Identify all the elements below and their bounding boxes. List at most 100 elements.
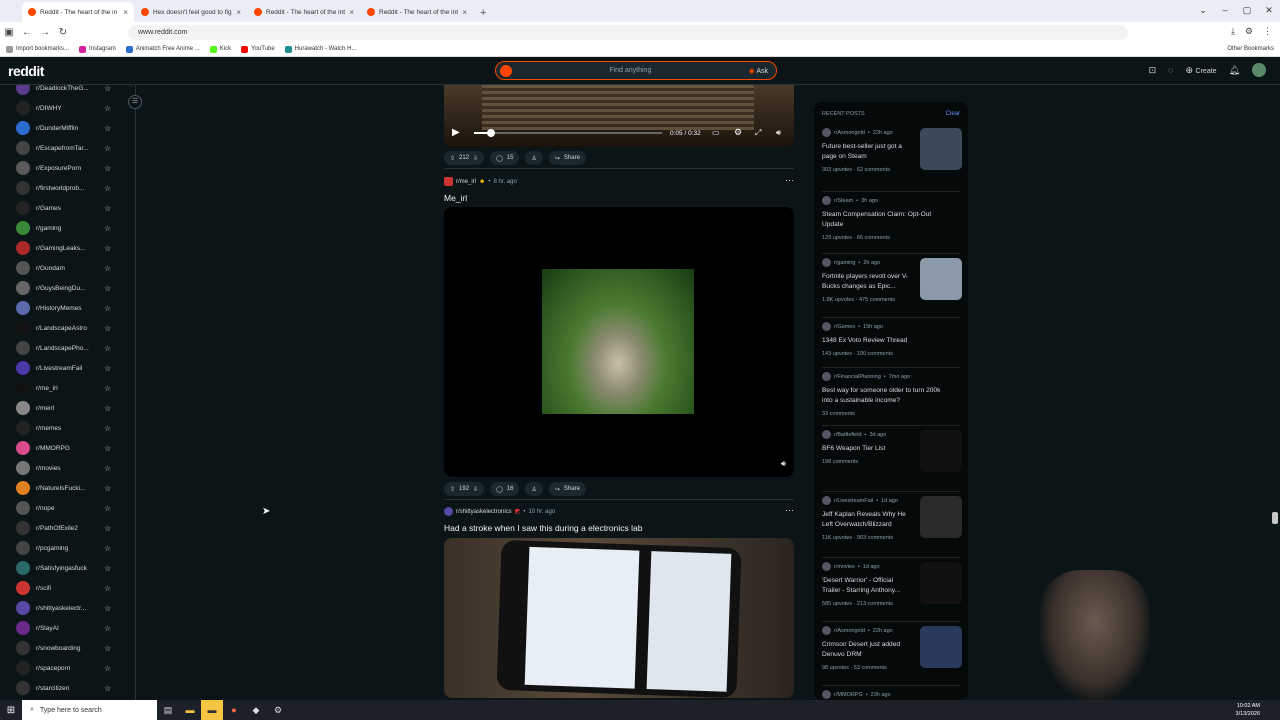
favorite-star-icon[interactable]: ☆ xyxy=(104,444,111,453)
sticky-notes-icon[interactable]: ▬ xyxy=(201,700,223,720)
sidebar-item[interactable]: r/me_irl ☆ xyxy=(0,378,135,398)
favorite-star-icon[interactable]: ☆ xyxy=(104,104,111,113)
taskbar-search[interactable]: ⌕ Type here to search xyxy=(22,700,157,720)
sidebar-item[interactable]: r/snowboarding ☆ xyxy=(0,638,135,658)
favorite-star-icon[interactable]: ☆ xyxy=(104,404,111,413)
steam-icon[interactable]: ◆ xyxy=(245,700,267,720)
notifications-icon[interactable]: 🔔︎ xyxy=(1229,65,1240,76)
sidebar-item[interactable]: r/GuysBeingDu... ☆ xyxy=(0,278,135,298)
sidebar-item[interactable]: r/DIWHY ☆ xyxy=(0,98,135,118)
tab-list-icon[interactable]: ⌄ xyxy=(1192,0,1214,20)
sidebar-item[interactable]: r/Gundam ☆ xyxy=(0,258,135,278)
video-player[interactable]: ▶ 0:05 / 0:32 ▭ ⚙ ⤢ 🔊︎ xyxy=(444,85,794,147)
reddit-logo[interactable]: reddit xyxy=(8,63,44,79)
sidebar-item[interactable]: r/meirl ☆ xyxy=(0,398,135,418)
favorite-star-icon[interactable]: ☆ xyxy=(104,244,111,253)
recent-post[interactable]: r/movies • 1d ago 'Desert Warrior' - Offici… xyxy=(822,562,962,607)
bookmark-item[interactable]: Instagram xyxy=(79,45,116,53)
favorite-star-icon[interactable]: ☆ xyxy=(104,504,111,513)
sidebar-item[interactable]: r/pcgaming ☆ xyxy=(0,538,135,558)
browser-icon[interactable]: ● xyxy=(223,700,245,720)
award-button[interactable]: ♙ xyxy=(525,482,543,496)
file-explorer-icon[interactable]: ▬ xyxy=(179,700,201,720)
minimize-button[interactable]: – xyxy=(1214,0,1236,20)
sidebar-item[interactable]: r/LandscapeAstro ☆ xyxy=(0,318,135,338)
favorite-star-icon[interactable]: ☆ xyxy=(104,584,111,593)
reload-icon[interactable]: ↻ xyxy=(54,27,72,38)
sidebar-item[interactable]: r/nope ☆ xyxy=(0,498,135,518)
sidebar-item[interactable]: r/DunderMifflin ☆ xyxy=(0,118,135,138)
favorite-star-icon[interactable]: ☆ xyxy=(104,564,111,573)
upvote-icon[interactable]: ⇧ xyxy=(450,486,455,493)
ask-button[interactable]: ◉ Ask xyxy=(749,67,768,75)
sidebar-item[interactable]: r/DeadlockTheG... ☆ xyxy=(0,85,135,98)
close-tab-icon[interactable]: × xyxy=(349,8,354,17)
video-player[interactable]: 🔊︎ xyxy=(444,207,794,477)
sidebar-item[interactable]: r/starcitizen ☆ xyxy=(0,678,135,698)
more-options-icon[interactable]: ⋯ xyxy=(785,505,794,516)
play-icon[interactable]: ▶ xyxy=(452,127,460,138)
recent-post[interactable]: r/Asmongold • 22h ago Crimson Desert just a… xyxy=(822,626,962,671)
favorite-star-icon[interactable]: ☆ xyxy=(104,85,111,93)
favorite-star-icon[interactable]: ☆ xyxy=(104,284,111,293)
download-icon[interactable]: ⤓ xyxy=(1231,26,1235,37)
system-clock[interactable]: 10:02 AM 3/13/2026 xyxy=(1236,702,1260,718)
forward-icon[interactable]: → xyxy=(36,27,54,38)
favorite-star-icon[interactable]: ☆ xyxy=(104,644,111,653)
favorite-star-icon[interactable]: ☆ xyxy=(104,544,111,553)
menu-icon[interactable]: ⋮ xyxy=(1263,26,1272,37)
comments-button[interactable]: ◯ 16 xyxy=(490,482,520,496)
sidebar-item[interactable]: r/MMORPG ☆ xyxy=(0,438,135,458)
sidebar-item[interactable]: r/movies ☆ xyxy=(0,458,135,478)
page-scrollbar[interactable] xyxy=(1272,512,1278,524)
favorite-star-icon[interactable]: ☆ xyxy=(104,424,111,433)
sidebar-item[interactable]: r/memes ☆ xyxy=(0,418,135,438)
recent-post[interactable]: r/Battlefield • 3d ago BF6 Weapon Tier List… xyxy=(822,430,962,472)
windows-start-icon[interactable]: ⊞ xyxy=(0,705,22,716)
volume-icon[interactable]: 🔊︎ xyxy=(776,128,781,138)
fullscreen-icon[interactable]: ⤢ xyxy=(755,128,761,138)
recent-post[interactable]: r/FinancialPlanning • 7mo ago Best way for … xyxy=(822,372,962,417)
post-image[interactable] xyxy=(444,538,794,698)
post-title[interactable]: Me_irl xyxy=(444,193,467,203)
favorite-star-icon[interactable]: ☆ xyxy=(104,624,111,633)
sidebar-toggle-icon[interactable]: ▣ xyxy=(0,27,18,38)
comments-button[interactable]: ◯ 15 xyxy=(490,151,520,165)
favorite-star-icon[interactable]: ☆ xyxy=(104,384,111,393)
settings-icon[interactable]: ⚙ xyxy=(267,700,289,720)
favorite-star-icon[interactable]: ☆ xyxy=(104,524,111,533)
sidebar-item[interactable]: r/EscapefromTar... ☆ xyxy=(0,138,135,158)
task-view-icon[interactable]: ▤ xyxy=(157,700,179,720)
browser-tab[interactable]: Hex doesn't feel good to fight × xyxy=(135,2,247,22)
sidebar-item[interactable]: r/Games ☆ xyxy=(0,198,135,218)
recent-post[interactable]: r/MMORPG • 23h ago xyxy=(822,690,962,699)
favorite-star-icon[interactable]: ☆ xyxy=(104,684,111,693)
favorite-star-icon[interactable]: ☆ xyxy=(104,344,111,353)
bookmark-item[interactable]: Hurawatch - Watch H... xyxy=(284,45,356,53)
browser-tab[interactable]: Reddit - The heart of the intern× xyxy=(361,2,473,22)
bookmark-item[interactable]: Animatch Free Anime ... xyxy=(125,45,200,53)
create-button[interactable]: ⊕ Create xyxy=(1186,65,1217,76)
share-button[interactable]: ↪ Share xyxy=(548,482,586,496)
award-button[interactable]: ♙ xyxy=(525,151,543,165)
url-field[interactable]: www.reddit.com xyxy=(128,24,1128,40)
favorite-star-icon[interactable]: ☆ xyxy=(104,164,111,173)
back-icon[interactable]: ← xyxy=(18,27,36,38)
sidebar-item[interactable]: r/LandscapePho... ☆ xyxy=(0,338,135,358)
favorite-star-icon[interactable]: ☆ xyxy=(104,604,111,613)
favorite-star-icon[interactable]: ☆ xyxy=(104,324,111,333)
sidebar-item[interactable]: r/Satisfyingasfuck ☆ xyxy=(0,558,135,578)
favorite-star-icon[interactable]: ☆ xyxy=(104,264,111,273)
browser-tab[interactable]: Reddit - The heart of the in × xyxy=(22,2,134,22)
sidebar-item[interactable]: r/gaming ☆ xyxy=(0,218,135,238)
extensions-icon[interactable]: ⚙ xyxy=(1245,26,1253,37)
search-input[interactable]: Find anything ◉ Ask xyxy=(495,61,777,80)
clear-recent-button[interactable]: Clear xyxy=(946,111,960,117)
volume-icon[interactable]: 🔊︎ xyxy=(781,459,786,469)
sidebar-item[interactable]: r/NatureIsFucki... ☆ xyxy=(0,478,135,498)
sidebar-item[interactable]: r/PathOfExile2 ☆ xyxy=(0,518,135,538)
seek-handle[interactable] xyxy=(486,129,495,137)
bookmark-item[interactable]: Import bookmarks... xyxy=(6,45,69,53)
sidebar-item[interactable]: r/HistoryMemes ☆ xyxy=(0,298,135,318)
sidebar-item[interactable]: r/scifi ☆ xyxy=(0,578,135,598)
